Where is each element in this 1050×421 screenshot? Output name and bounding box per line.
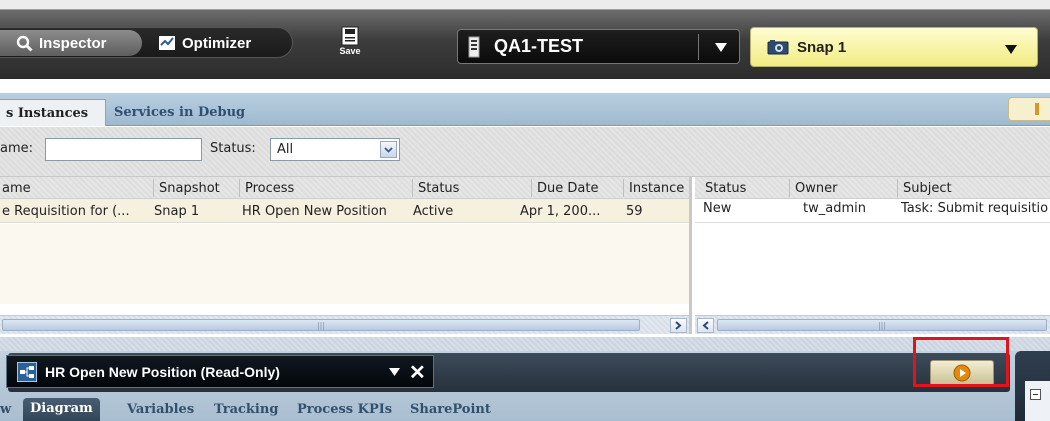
- cell-subject: Task: Submit requisitio: [901, 201, 1049, 216]
- cell-process: HR Open New Position: [242, 204, 387, 219]
- side-panel: [1015, 351, 1050, 421]
- save-button[interactable]: Save: [331, 26, 369, 66]
- table-row[interactable]: e Requisition for (... Snap 1 HR Open Ne…: [0, 199, 689, 223]
- column-header-process[interactable]: Process: [238, 179, 294, 197]
- server-icon: [468, 36, 480, 57]
- scroll-right-button[interactable]: [670, 318, 687, 333]
- chevron-down-icon: [715, 43, 727, 52]
- server-select[interactable]: QA1-TEST: [457, 29, 740, 64]
- column-header-due-date[interactable]: Due Date: [530, 179, 598, 197]
- inspector-tabs: s Instances Services in Debug: [0, 93, 1050, 126]
- cell-owner: tw_admin: [803, 201, 866, 216]
- subtab-diagram[interactable]: Diagram: [23, 398, 100, 421]
- tab-process-instances[interactable]: s Instances: [0, 99, 106, 126]
- camera-icon: [767, 40, 789, 55]
- grid-empty-area: [0, 224, 689, 304]
- chevron-down-icon[interactable]: [389, 368, 400, 376]
- column-header-status[interactable]: Status: [705, 181, 746, 196]
- scrollbar-thumb[interactable]: |||: [2, 319, 640, 331]
- name-filter-input[interactable]: [45, 138, 202, 161]
- process-editor-panel: HR Open New Position (Read-Only) ✕ w Dia…: [0, 337, 1050, 421]
- save-icon: [341, 26, 359, 46]
- horizontal-scrollbar[interactable]: |||: [695, 315, 1050, 334]
- server-select-divider: [698, 34, 699, 60]
- editor-tab-process[interactable]: HR Open New Position (Read-Only) ✕: [6, 355, 434, 388]
- pause-icon: [1035, 103, 1039, 115]
- scrollbar-thumb[interactable]: |||: [717, 319, 1047, 331]
- status-filter-value: All: [277, 142, 294, 157]
- dropdown-button[interactable]: [380, 141, 397, 158]
- instances-grid-header: ame Snapshot Process Status Due Date Ins…: [0, 177, 689, 199]
- subtab-variables[interactable]: Variables: [127, 402, 194, 417]
- column-header-status[interactable]: Status: [411, 179, 459, 197]
- status-filter-label: Status:: [210, 141, 256, 156]
- subtab-overview[interactable]: w: [0, 402, 11, 417]
- subtab-tracking[interactable]: Tracking: [214, 402, 278, 417]
- editor-tab-title: HR Open New Position (Read-Only): [45, 363, 280, 380]
- tasks-grid-header: Status Owner Subject: [695, 177, 1050, 199]
- column-header-owner[interactable]: Owner: [788, 179, 837, 197]
- cell-name: e Requisition for (...: [2, 204, 130, 219]
- inspector-label: Inspector: [39, 34, 107, 52]
- instances-grid: ame Snapshot Process Status Due Date Ins…: [0, 177, 692, 334]
- snapshot-select[interactable]: Snap 1: [750, 27, 1038, 67]
- table-row[interactable]: New tw_admin Task: Submit requisitio: [695, 199, 1050, 223]
- chevron-down-icon: [1005, 45, 1017, 54]
- name-filter-label: ame:: [0, 141, 34, 156]
- inspector-button[interactable]: Inspector: [0, 30, 142, 56]
- optimizer-button[interactable]: Optimizer: [146, 30, 286, 56]
- cell-snapshot: Snap 1: [154, 204, 200, 219]
- save-label: Save: [339, 46, 361, 56]
- filter-bar: ame: Status: All: [0, 127, 1050, 177]
- cell-status: New: [703, 201, 732, 216]
- server-value: QA1-TEST: [494, 36, 584, 56]
- status-filter-select[interactable]: All: [270, 138, 400, 161]
- cell-due-date: Apr 1, 200...: [520, 204, 601, 219]
- chart-check-icon: [159, 36, 175, 50]
- chevron-down-icon: [384, 146, 393, 153]
- subtab-sharepoint[interactable]: SharePoint: [410, 402, 491, 417]
- optimizer-label: Optimizer: [182, 34, 252, 52]
- column-header-subject[interactable]: Subject: [897, 179, 952, 197]
- tab-services-in-debug[interactable]: Services in Debug: [108, 99, 258, 126]
- close-icon[interactable]: ✕: [409, 360, 426, 385]
- search-icon: [16, 35, 33, 52]
- subtab-process-kpis[interactable]: Process KPIs: [297, 402, 392, 417]
- snapshot-value: Snap 1: [797, 38, 847, 56]
- grid-empty-area: [695, 224, 1050, 304]
- collapse-icon[interactable]: [1030, 389, 1041, 400]
- editor-subtabs: w Diagram Variables Tracking Process KPI…: [0, 398, 1010, 421]
- horizontal-scrollbar[interactable]: |||: [0, 315, 689, 334]
- mode-switcher: Inspector Optimizer: [0, 27, 293, 58]
- process-diagram-icon: [17, 361, 37, 382]
- main-toolbar: Inspector Optimizer Save QA1-TEST Snap 1: [0, 0, 1050, 79]
- column-header-snapshot[interactable]: Snapshot: [153, 179, 220, 197]
- pause-button[interactable]: [1008, 97, 1050, 121]
- chevron-right-icon: [675, 321, 682, 330]
- chevron-left-icon: [702, 321, 709, 330]
- column-header-name[interactable]: ame: [2, 181, 31, 196]
- splitter[interactable]: [0, 337, 1050, 351]
- column-header-instance[interactable]: Instance: [622, 179, 684, 197]
- scroll-left-button[interactable]: [697, 318, 714, 333]
- toolbar-top-stripe: [0, 0, 1050, 9]
- highlight-box: [913, 337, 1009, 387]
- cell-instance: 59: [626, 204, 643, 219]
- cell-status: Active: [413, 204, 454, 219]
- side-panel-content: [1025, 381, 1050, 421]
- tasks-grid: Status Owner Subject New tw_admin Task: …: [695, 177, 1050, 334]
